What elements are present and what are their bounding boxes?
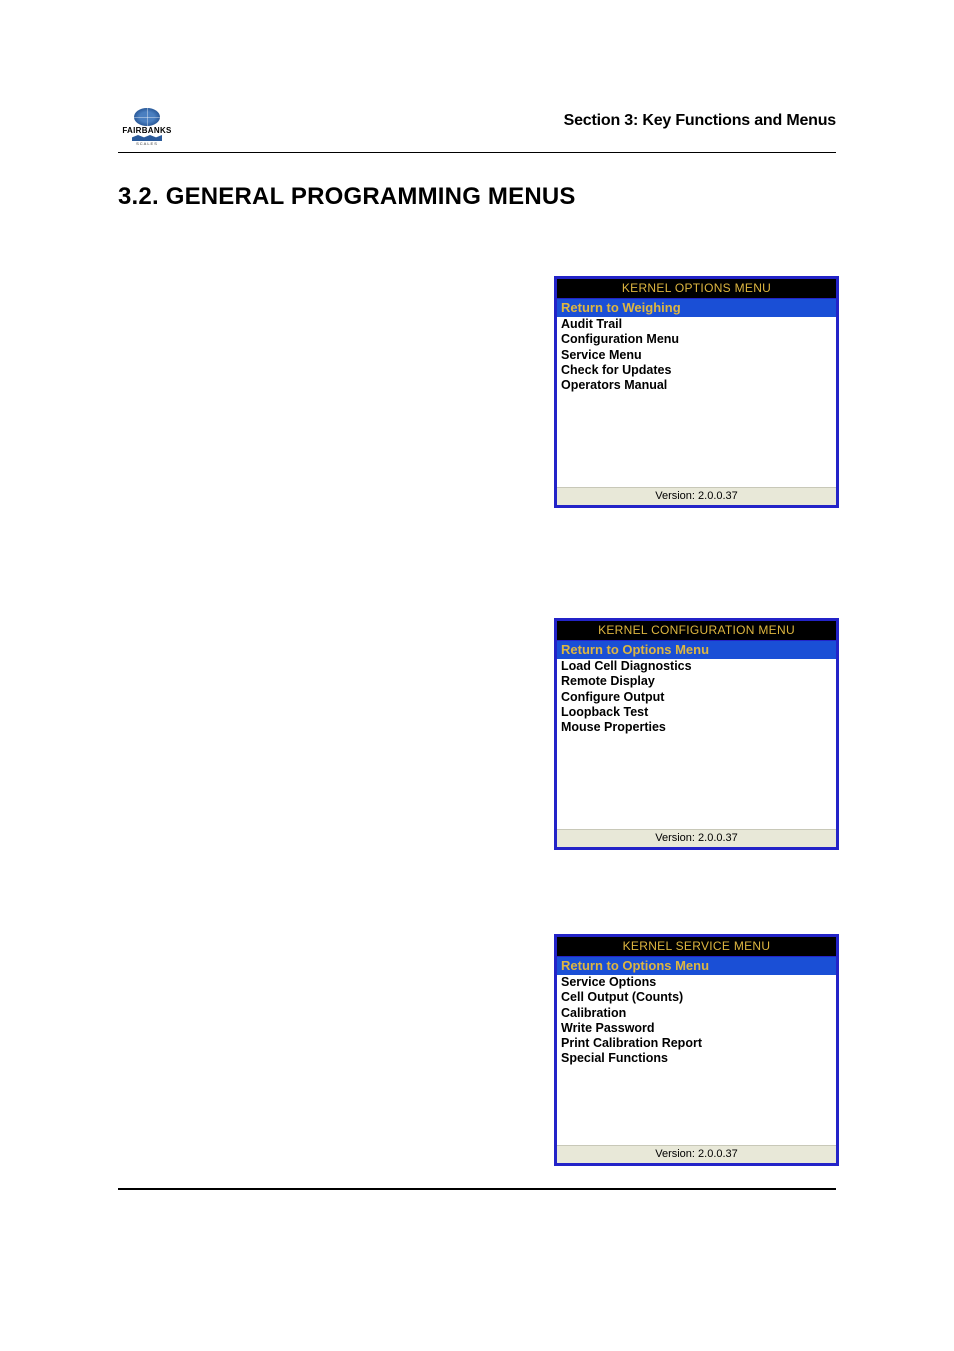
- menu-item-selected[interactable]: Return to Weighing: [557, 298, 836, 317]
- wave-icon: [132, 135, 162, 141]
- menu-item[interactable]: Print Calibration Report: [561, 1036, 832, 1051]
- menu-title: KERNEL SERVICE MENU: [557, 937, 836, 956]
- kernel-options-menu: KERNEL OPTIONS MENU Return to Weighing A…: [554, 276, 839, 508]
- menu-item-selected[interactable]: Return to Options Menu: [557, 640, 836, 659]
- menu-title: KERNEL OPTIONS MENU: [557, 279, 836, 298]
- section-heading: 3.2. GENERAL PROGRAMMING MENUS: [118, 183, 576, 211]
- menu-item-selected[interactable]: Return to Options Menu: [557, 956, 836, 975]
- menu-item[interactable]: Calibration: [561, 1006, 832, 1021]
- menu-version: Version: 2.0.0.37: [557, 1145, 836, 1163]
- kernel-service-menu: KERNEL SERVICE MENU Return to Options Me…: [554, 934, 839, 1166]
- menu-items: Audit Trail Configuration Menu Service M…: [557, 317, 836, 487]
- menu-item[interactable]: Check for Updates: [561, 363, 832, 378]
- menu-item[interactable]: Mouse Properties: [561, 720, 832, 735]
- menu-item[interactable]: Write Password: [561, 1021, 832, 1036]
- menu-items: Load Cell Diagnostics Remote Display Con…: [557, 659, 836, 829]
- brand-subtext: SCALES: [118, 141, 176, 146]
- menu-version: Version: 2.0.0.37: [557, 487, 836, 505]
- footer-divider: [118, 1188, 836, 1190]
- menu-item[interactable]: Operators Manual: [561, 378, 832, 393]
- menu-version: Version: 2.0.0.37: [557, 829, 836, 847]
- kernel-configuration-menu: KERNEL CONFIGURATION MENU Return to Opti…: [554, 618, 839, 850]
- brand-logo: FAIRBANKS SCALES: [118, 108, 176, 150]
- menu-item[interactable]: Audit Trail: [561, 317, 832, 332]
- menu-item[interactable]: Configure Output: [561, 690, 832, 705]
- menu-item[interactable]: Cell Output (Counts): [561, 990, 832, 1005]
- menu-item[interactable]: Special Functions: [561, 1051, 832, 1066]
- menu-item[interactable]: Service Options: [561, 975, 832, 990]
- menu-item[interactable]: Service Menu: [561, 348, 832, 363]
- section-label: Section 3: Key Functions and Menus: [564, 108, 836, 130]
- menu-item[interactable]: Loopback Test: [561, 705, 832, 720]
- menu-item[interactable]: Load Cell Diagnostics: [561, 659, 832, 674]
- page-header: FAIRBANKS SCALES Section 3: Key Function…: [118, 108, 836, 153]
- menu-items: Service Options Cell Output (Counts) Cal…: [557, 975, 836, 1145]
- brand-name: FAIRBANKS: [118, 126, 176, 135]
- menu-title: KERNEL CONFIGURATION MENU: [557, 621, 836, 640]
- menu-item[interactable]: Remote Display: [561, 674, 832, 689]
- globe-icon: [134, 108, 160, 126]
- menu-item[interactable]: Configuration Menu: [561, 332, 832, 347]
